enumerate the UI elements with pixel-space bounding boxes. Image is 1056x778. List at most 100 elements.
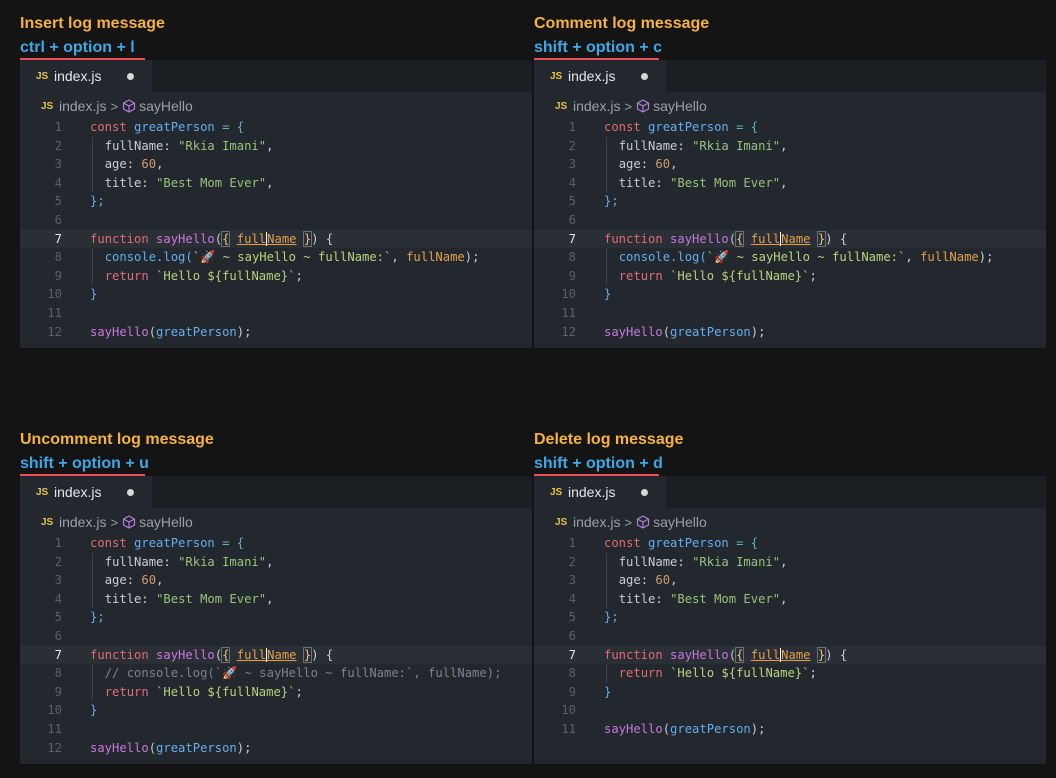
code-line[interactable]: 8 console.log(`🚀 ~ sayHello ~ fullName:`…	[534, 248, 1046, 267]
panel-comment: Comment log message shift + option + c JS i…	[534, 12, 1046, 348]
operator: = {	[214, 120, 245, 134]
line-number: 4	[568, 591, 576, 606]
code-line[interactable]: 3 age: 60,	[534, 571, 1046, 590]
call-name: sayHello	[90, 740, 149, 755]
code-line[interactable]: 8 return `Hello ${fullName}`;	[534, 664, 1046, 683]
code-line[interactable]: 9}	[534, 683, 1046, 702]
console-call: console.log(	[618, 250, 707, 265]
shortcut-label: shift + option + u	[20, 455, 149, 472]
code-line[interactable]: 12 sayHello(greatPerson);	[20, 739, 532, 758]
line-number: 12	[47, 324, 62, 339]
code-line[interactable]: 6	[20, 211, 532, 230]
code-line[interactable]: 7 function sayHello({ fullName }) {	[534, 229, 1046, 249]
code-line[interactable]: 10}	[534, 285, 1046, 304]
unsaved-dot-icon[interactable]	[641, 73, 648, 80]
code-line[interactable]: 2 fullName: "Rkia Imani",	[534, 553, 1046, 572]
unsaved-dot-icon[interactable]	[127, 73, 134, 80]
function-name: sayHello	[670, 647, 729, 662]
tab-label: index.js	[54, 68, 102, 84]
prop-key: title:	[104, 591, 157, 606]
code-line[interactable]: 5};	[20, 608, 532, 627]
line-number: 3	[568, 573, 576, 588]
unsaved-dot-icon[interactable]	[127, 489, 134, 496]
line-number: 3	[54, 573, 62, 588]
code-line[interactable]: 9 return `Hello ${fullName}`;	[20, 683, 532, 702]
code-line[interactable]: 12 sayHello(greatPerson);	[534, 323, 1046, 342]
line-content: const greatPerson = {	[90, 534, 244, 553]
code-line[interactable]: 5};	[20, 192, 532, 211]
prop-key: age:	[618, 157, 656, 172]
line-number: 1	[568, 120, 576, 134]
code-line[interactable]: 7 function sayHello({ fullName }) {	[20, 229, 532, 249]
js-file-icon: JS	[36, 486, 49, 498]
code-line[interactable]: 8 // console.log(`🚀 ~ sayHello ~ fullNam…	[20, 664, 532, 683]
code-line[interactable]: 9 return `Hello ${fullName}`;	[20, 267, 532, 286]
code-line[interactable]: 6	[20, 627, 532, 646]
code-line[interactable]: 1 const greatPerson = {	[534, 534, 1046, 553]
code-line[interactable]: 8 console.log(`🚀 ~ sayHello ~ fullName:`…	[20, 248, 532, 267]
code-line[interactable]: 9 return `Hello ${fullName}`;	[534, 267, 1046, 286]
code-line[interactable]: 1 const greatPerson = {	[20, 534, 532, 553]
code-line[interactable]: 4 title: "Best Mom Ever",	[534, 590, 1046, 609]
close-brace: }	[604, 287, 612, 302]
code-line[interactable]: 10}	[20, 701, 532, 720]
var-name: greatPerson	[648, 536, 729, 550]
tab-index-js[interactable]: JS index.js	[534, 476, 666, 508]
line-content: age: 60,	[104, 157, 164, 172]
code-line[interactable]: 2 fullName: "Rkia Imani",	[20, 137, 532, 156]
breadcrumb-file[interactable]: index.js	[59, 514, 106, 530]
code-editor: JS index.js JS index.js > sayHello 1 const grea…	[20, 476, 532, 764]
tab-index-js[interactable]: JS index.js	[534, 60, 666, 92]
code-line[interactable]: 6	[534, 211, 1046, 230]
code-line[interactable]: 5};	[534, 608, 1046, 627]
breadcrumb-symbol[interactable]: sayHello	[139, 514, 193, 530]
indent-guide	[606, 664, 607, 683]
breadcrumb-symbol[interactable]: sayHello	[653, 98, 707, 114]
call-arg: greatPerson	[670, 324, 751, 339]
code-line[interactable]: 1 const greatPerson = {	[20, 118, 532, 137]
bracket-open: {	[735, 230, 745, 247]
code-line[interactable]: 10}	[20, 285, 532, 304]
bracket-close: }	[816, 230, 827, 247]
code-line[interactable]: 2 fullName: "Rkia Imani",	[534, 137, 1046, 156]
breadcrumb-file[interactable]: index.js	[59, 98, 106, 114]
unsaved-dot-icon[interactable]	[641, 489, 648, 496]
breadcrumb-file[interactable]: index.js	[573, 98, 620, 114]
code-line[interactable]: 11 sayHello(greatPerson);	[534, 720, 1046, 739]
code-line[interactable]: 4 title: "Best Mom Ever",	[20, 590, 532, 609]
breadcrumb-symbol[interactable]: sayHello	[653, 514, 707, 530]
line-content: }	[604, 683, 611, 702]
code-line[interactable]: 11	[20, 720, 532, 739]
line-number: 8	[54, 250, 62, 265]
tab-index-js[interactable]: JS index.js	[20, 60, 152, 92]
code-line[interactable]: 4 title: "Best Mom Ever",	[20, 174, 532, 193]
line-content: function sayHello({ fullName }) {	[604, 230, 848, 247]
code-line[interactable]: 3 age: 60,	[20, 571, 532, 590]
code-line[interactable]: 7 function sayHello({ fullName }) {	[20, 645, 532, 665]
prop-key: fullName:	[104, 554, 179, 569]
code-line[interactable]: 2 fullName: "Rkia Imani",	[20, 553, 532, 572]
number-val: 60	[141, 573, 157, 588]
breadcrumb-symbol[interactable]: sayHello	[139, 98, 193, 114]
code-line[interactable]: 6	[534, 627, 1046, 646]
prop-key: fullName:	[618, 138, 693, 153]
code-line[interactable]: 11	[534, 304, 1046, 323]
code-line[interactable]: 3 age: 60,	[534, 155, 1046, 174]
indent-guide	[92, 248, 93, 286]
line-number: 10	[47, 703, 62, 718]
panel-title: Uncomment log message	[20, 431, 214, 448]
code-line[interactable]: 5};	[534, 192, 1046, 211]
line-content: return `Hello ${fullName}`;	[104, 268, 303, 283]
code-line[interactable]: 11	[20, 304, 532, 323]
code-line[interactable]: 7 function sayHello({ fullName }) {	[534, 645, 1046, 665]
tab-index-js[interactable]: JS index.js	[20, 476, 152, 508]
log-arg: fullName	[920, 250, 979, 265]
js-file-icon: JS	[555, 516, 568, 528]
breadcrumb-file[interactable]: index.js	[573, 514, 620, 530]
line-content: fullName: "Rkia Imani",	[618, 554, 788, 569]
code-line[interactable]: 1 const greatPerson = {	[534, 118, 1046, 137]
code-line[interactable]: 3 age: 60,	[20, 155, 532, 174]
code-line[interactable]: 10	[534, 701, 1046, 720]
code-line[interactable]: 12 sayHello(greatPerson);	[20, 323, 532, 342]
code-line[interactable]: 4 title: "Best Mom Ever",	[534, 174, 1046, 193]
